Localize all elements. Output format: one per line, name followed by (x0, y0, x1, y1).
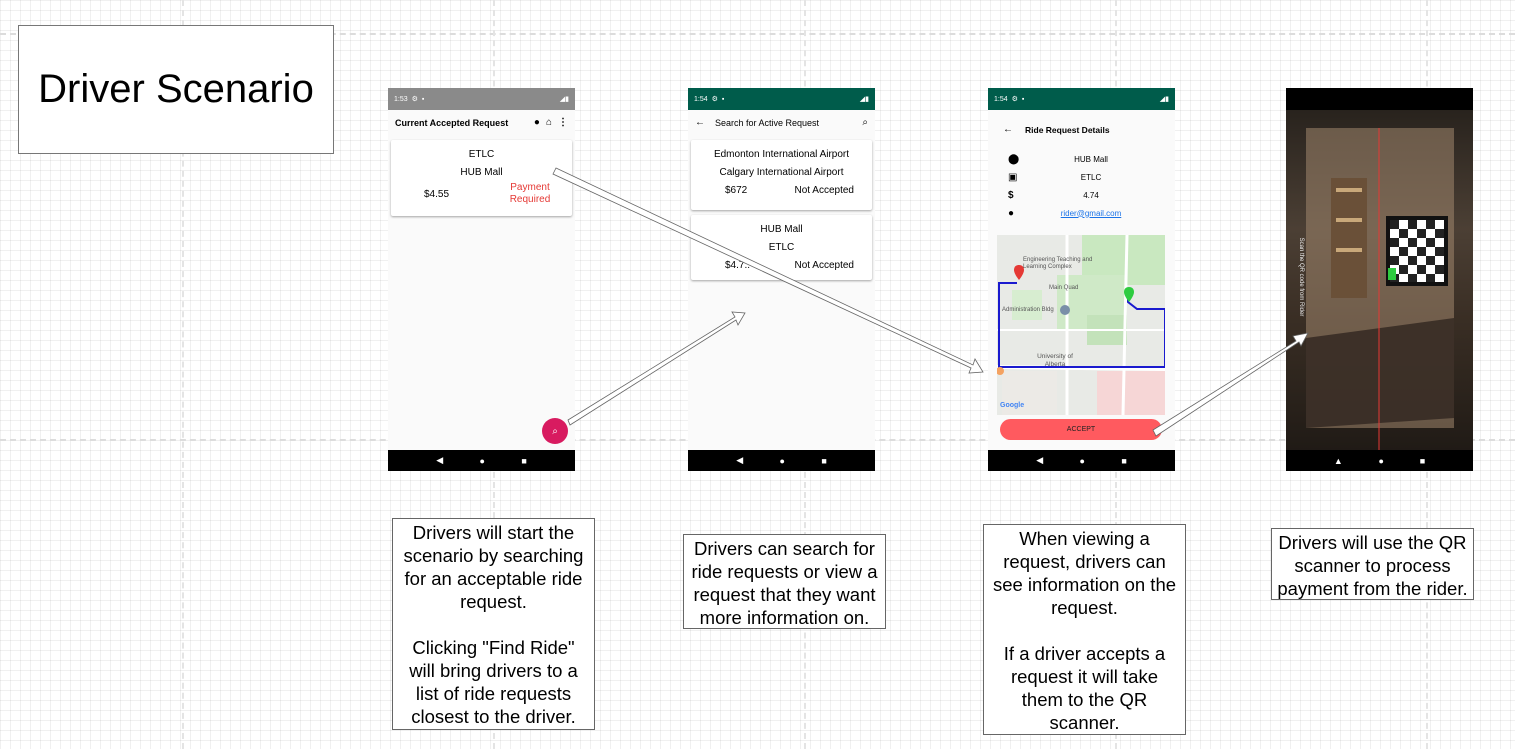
caption-text: If a driver accepts a request it will ta… (1003, 643, 1166, 733)
caption-details: When viewing a request, drivers can see … (983, 524, 1186, 735)
arrow-fab-to-search (567, 311, 746, 426)
caption-list: Drivers can search for ride requests or … (683, 534, 886, 629)
caption-text: When viewing a request, drivers can see … (992, 528, 1177, 618)
caption-scanner: Drivers will use the QR scanner to proce… (1271, 528, 1474, 600)
caption-text: Drivers will use the QR scanner to proce… (1277, 532, 1468, 599)
caption-text: Drivers will start the scenario by searc… (403, 522, 584, 612)
arrow-card-to-details (552, 167, 984, 374)
caption-search: Drivers will start the scenario by searc… (392, 518, 595, 730)
arrow-accept-to-scanner (1152, 332, 1309, 437)
caption-text: Drivers can search for ride requests or … (691, 538, 878, 628)
flow-arrows (552, 167, 1309, 437)
caption-text: Clicking "Find Ride" will bring drivers … (409, 637, 578, 727)
